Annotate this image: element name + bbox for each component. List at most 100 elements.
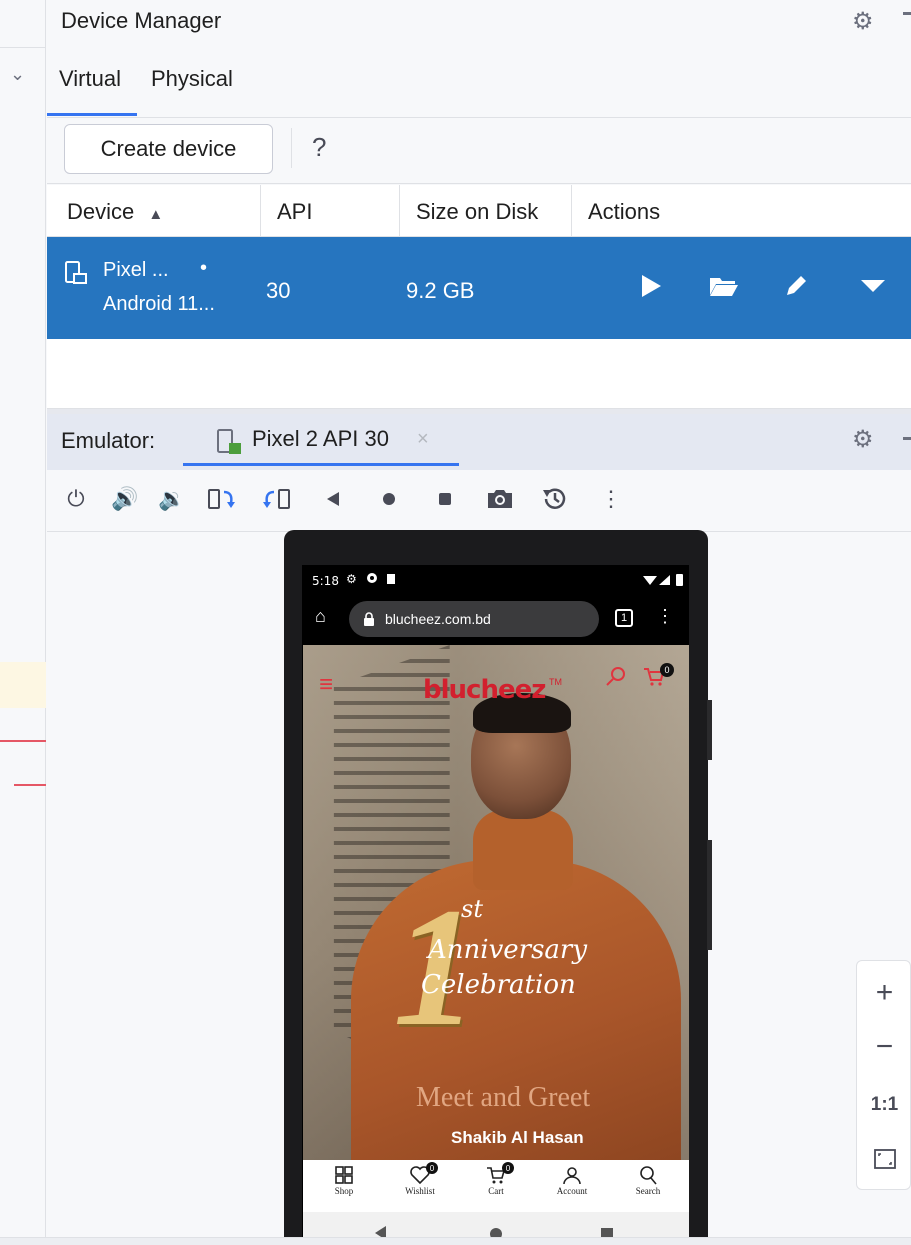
close-icon[interactable]: × (417, 428, 429, 451)
phone-side-button (707, 700, 712, 760)
zoom-fit-button[interactable] (857, 1133, 911, 1185)
tab-physical[interactable]: Physical (151, 66, 233, 92)
nav-search[interactable]: Search (613, 1164, 683, 1196)
active-tab-indicator (47, 113, 137, 116)
nav-label: Wishlist (405, 1186, 435, 1196)
more-options-icon[interactable]: ⋮ (594, 482, 628, 516)
column-header-actions: Actions (588, 199, 661, 224)
column-header-device[interactable]: Device ▲ (67, 199, 163, 225)
play-icon[interactable] (639, 273, 663, 299)
device-row[interactable]: Pixel ... • Android 11... 30 9.2 GB (47, 237, 911, 339)
banner-name: Shakib Al Hasan (451, 1128, 584, 1147)
device-android-version: Android 11... (103, 293, 215, 315)
nav-label: Shop (334, 1186, 354, 1196)
fit-screen-icon (873, 1149, 896, 1169)
home-icon[interactable]: ⌂ (315, 606, 326, 627)
cart-count-badge: 0 (660, 663, 674, 677)
left-gutter: ⌄ (0, 0, 46, 1245)
hero-banner[interactable]: ≡ blucheez TM 0 1 st Anniversary Celebra… (303, 645, 689, 1160)
more-options-icon[interactable]: ⋮ (656, 606, 674, 627)
overview-icon[interactable] (428, 482, 462, 516)
phone-device-icon (65, 261, 87, 284)
chevron-down-icon[interactable]: ⌄ (10, 64, 25, 85)
active-tab-indicator (183, 463, 459, 466)
nav-label: Cart (488, 1186, 504, 1196)
menu-icon[interactable]: ≡ (319, 671, 333, 699)
nav-account[interactable]: Account (537, 1164, 607, 1196)
home-icon[interactable] (372, 482, 406, 516)
highlight-line (0, 662, 46, 708)
banner-ordinal: st (461, 895, 483, 923)
running-indicator: • (200, 257, 208, 279)
nav-cart[interactable]: Cart 0 (461, 1162, 531, 1196)
settings-notification-icon: ⚙ (346, 572, 357, 586)
back-icon[interactable] (316, 482, 350, 516)
chevron-down-icon[interactable] (860, 278, 886, 294)
error-marker (14, 784, 46, 786)
site-bottom-nav: Shop Wishlist 0 Cart 0 Account Search (303, 1160, 689, 1212)
volume-down-icon[interactable]: 🔉 (155, 482, 189, 516)
camera-icon[interactable] (483, 482, 517, 516)
folder-open-icon[interactable] (709, 275, 739, 297)
rotate-left-icon[interactable] (204, 482, 238, 516)
banner-subtitle: Meet and Greet (416, 1082, 591, 1113)
hide-icon[interactable] (903, 12, 911, 15)
zoom-actual-size-button[interactable]: 1:1 (857, 1079, 911, 1131)
banner-celebration: Celebration (421, 970, 576, 1000)
search-icon (640, 1166, 657, 1185)
column-divider[interactable] (260, 185, 261, 237)
column-header-api[interactable]: API (277, 199, 312, 225)
gear-icon[interactable]: ⚙ (852, 7, 874, 36)
url-text: blucheez.com.bd (385, 611, 491, 627)
device-api-level: 30 (266, 278, 291, 303)
sort-ascending-icon: ▲ (148, 206, 164, 223)
divider (291, 128, 292, 168)
site-logo[interactable]: blucheez (423, 675, 546, 705)
search-icon[interactable] (605, 665, 627, 687)
banner-anniversary: Anniversary (428, 935, 588, 965)
column-header-size[interactable]: Size on Disk (416, 199, 538, 225)
nav-shop[interactable]: Shop (309, 1164, 379, 1196)
divider (0, 47, 46, 48)
emulator-tab-bar (47, 414, 911, 470)
column-device-label: Device (67, 199, 135, 224)
snapshot-icon[interactable] (538, 482, 572, 516)
column-divider[interactable] (571, 185, 572, 237)
status-bar (0, 1237, 911, 1245)
help-button[interactable]: ? (312, 132, 326, 163)
hide-icon[interactable] (903, 437, 911, 440)
tab-pixel-2-api-30[interactable]: Pixel 2 API 30 (252, 426, 389, 452)
gear-icon[interactable]: ⚙ (852, 425, 874, 454)
device-manager-title: Device Manager (61, 8, 222, 33)
wishlist-count-badge: 0 (426, 1162, 438, 1174)
banner-model (473, 810, 573, 890)
zoom-out-button[interactable]: − (857, 1021, 911, 1073)
nav-label: Search (635, 1186, 661, 1196)
zoom-in-button[interactable]: + (857, 967, 911, 1019)
volume-up-icon[interactable]: 🔊 (108, 482, 142, 516)
edit-pencil-icon[interactable] (784, 272, 810, 298)
tab-virtual[interactable]: Virtual (59, 66, 121, 92)
phone-device-icon (217, 429, 241, 454)
tab-switcher-button[interactable]: 1 (615, 609, 633, 627)
rotate-right-icon[interactable] (260, 482, 294, 516)
person-icon (563, 1167, 581, 1185)
signal-wifi-battery-icon (643, 574, 683, 586)
create-device-button[interactable]: Create device (64, 124, 273, 174)
nav-wishlist[interactable]: Wishlist 0 (385, 1162, 455, 1196)
zoom-controls: + − 1:1 (856, 960, 911, 1190)
device-type-tabs: Virtual Physical (47, 48, 911, 118)
grid-icon (335, 1166, 353, 1184)
url-bar[interactable]: blucheez.com.bd (349, 601, 599, 637)
phone-side-button (707, 840, 712, 950)
device-size-on-disk: 9.2 GB (406, 278, 475, 303)
nav-label: Account (556, 1186, 588, 1196)
power-icon[interactable]: ⏻ (59, 482, 93, 516)
cart-count-badge: 0 (502, 1162, 514, 1174)
device-table-header: Device ▲ API Size on Disk Actions (47, 185, 911, 237)
column-divider[interactable] (399, 185, 400, 237)
error-marker (0, 740, 46, 742)
emulator-label: Emulator: (61, 428, 156, 453)
notification-icon (367, 573, 377, 583)
status-time: 5:18 (312, 574, 339, 588)
